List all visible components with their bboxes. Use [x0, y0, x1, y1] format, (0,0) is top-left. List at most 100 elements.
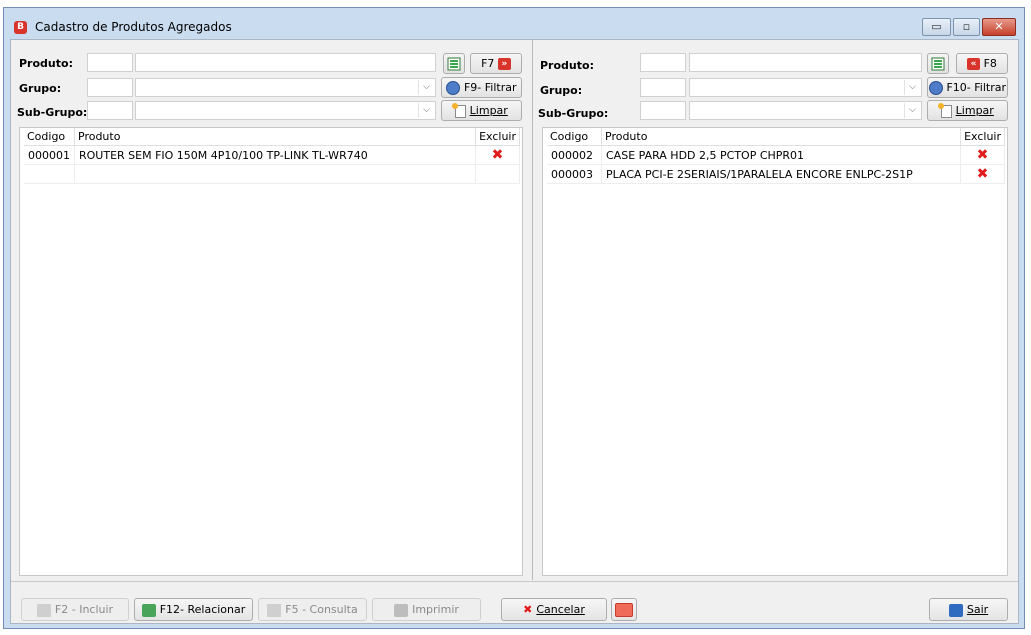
left-grupo-label: Grupo: [19, 82, 62, 95]
exit-door-icon [948, 603, 963, 617]
right-limpar-button[interactable]: Limpar [927, 100, 1008, 121]
footer-toolbar: F2 - Incluir F12- Relacionar F5 - Consul… [11, 581, 1018, 624]
app-logo-icon: B [14, 21, 27, 34]
right-subgrupo-label: Sub-Grupo: [538, 107, 609, 120]
left-produto-name-input[interactable] [135, 53, 436, 72]
empty-cell [74, 164, 477, 184]
cancelar-label: Cancelar [536, 603, 585, 616]
right-grupo-select[interactable]: ⌵ [689, 78, 922, 97]
consulta-label: F5 - Consulta [285, 603, 358, 616]
left-produto-label: Produto: [19, 57, 73, 70]
f8-label: F8 [983, 57, 997, 70]
delete-icon[interactable]: ✖ [475, 145, 520, 165]
consulta-button[interactable]: F5 - Consulta [258, 598, 367, 621]
right-panel: Produto: « F8 Grupo: ⌵ F10- Filtrar Sub-… [536, 40, 1018, 577]
title-bar[interactable]: B Cadastro de Produtos Agregados ▭ ▫ ✕ [4, 8, 1024, 39]
maximize-button[interactable]: ▫ [953, 18, 980, 36]
imprimir-label: Imprimir [412, 603, 459, 616]
printer-icon [394, 603, 409, 617]
incluir-button[interactable]: F2 - Incluir [21, 598, 129, 621]
f7-button[interactable]: F7 » [470, 53, 522, 74]
arrow-right-icon: » [497, 58, 511, 70]
relate-icon [141, 603, 156, 617]
right-grupo-code-input[interactable] [640, 78, 686, 97]
right-subgrupo-code-input[interactable] [640, 101, 686, 120]
table-row[interactable]: 000001 ROUTER SEM FIO 150M 4P10/100 TP-L… [24, 145, 520, 165]
relacionar-button[interactable]: F12- Relacionar [134, 598, 253, 621]
play-icon [615, 603, 633, 617]
cancelar-button[interactable]: ✖ Cancelar [501, 598, 607, 621]
right-grupo-label: Grupo: [540, 84, 583, 97]
left-list-button[interactable] [443, 53, 465, 74]
right-filtrar-label: F10- Filtrar [946, 81, 1007, 94]
left-products-grid[interactable]: Codigo Produto Excluir 000001 ROUTER SEM… [19, 127, 523, 576]
panel-divider [532, 40, 533, 580]
clear-icon [452, 102, 467, 118]
chevron-down-icon: ⌵ [418, 80, 434, 95]
row-produto: PLACA PCI-E 2SERIAIS/1PARALELA ENCORE EN… [601, 164, 962, 184]
left-limpar-button[interactable]: Limpar [441, 100, 522, 121]
row-produto: ROUTER SEM FIO 150M 4P10/100 TP-LINK TL-… [74, 145, 477, 165]
list-add-icon [931, 57, 945, 71]
left-subgrupo-label: Sub-Grupo: [17, 106, 88, 119]
right-produto-name-input[interactable] [689, 53, 922, 72]
right-list-button[interactable] [927, 53, 949, 74]
f7-label: F7 [481, 57, 495, 70]
row-codigo: 000001 [24, 145, 75, 165]
close-button[interactable]: ✕ [982, 18, 1016, 36]
grid-header: Codigo Produto Excluir [547, 128, 1005, 146]
right-products-grid[interactable]: Codigo Produto Excluir 000002 CASE PARA … [542, 127, 1008, 576]
table-row[interactable]: 000003 PLACA PCI-E 2SERIAIS/1PARALELA EN… [547, 164, 1005, 184]
right-filtrar-button[interactable]: F10- Filtrar [927, 77, 1008, 98]
sair-label: Sair [966, 603, 989, 616]
left-grupo-select[interactable]: ⌵ [135, 78, 436, 97]
left-filtrar-button[interactable]: F9- Filtrar [441, 77, 522, 98]
clear-icon [938, 102, 953, 118]
window-title: Cadastro de Produtos Agregados [35, 20, 232, 34]
row-produto: CASE PARA HDD 2,5 PCTOP CHPR01 [601, 145, 962, 165]
column-header-produto[interactable]: Produto [74, 128, 477, 146]
grid-header: Codigo Produto Excluir [24, 128, 520, 146]
right-limpar-label: Limpar [955, 104, 994, 117]
chevron-down-icon: ⌵ [418, 103, 434, 118]
delete-icon[interactable]: ✖ [960, 145, 1005, 165]
left-grupo-code-input[interactable] [87, 78, 133, 97]
left-limpar-label: Limpar [469, 104, 508, 117]
play-button[interactable] [611, 598, 637, 621]
minimize-button[interactable]: ▭ [922, 18, 951, 36]
f8-button[interactable]: « F8 [956, 53, 1008, 74]
left-filtrar-label: F9- Filtrar [463, 81, 517, 94]
cancel-icon: ✖ [523, 603, 533, 616]
empty-cell [475, 164, 520, 184]
left-produto-code-input[interactable] [87, 53, 133, 72]
column-header-codigo[interactable]: Codigo [547, 128, 602, 146]
right-produto-code-input[interactable] [640, 53, 686, 72]
column-header-excluir[interactable]: Excluir [960, 128, 1005, 146]
left-subgrupo-code-input[interactable] [87, 101, 133, 120]
column-header-excluir[interactable]: Excluir [475, 128, 520, 146]
chevron-down-icon: ⌵ [904, 103, 920, 118]
left-subgrupo-select[interactable]: ⌵ [135, 101, 436, 120]
column-header-codigo[interactable]: Codigo [24, 128, 75, 146]
relacionar-label: F12- Relacionar [159, 603, 246, 616]
column-header-produto[interactable]: Produto [601, 128, 962, 146]
sair-button[interactable]: Sair [929, 598, 1008, 621]
list-add-icon [447, 57, 461, 71]
left-panel: Produto: F7 » Grupo: ⌵ F9- Filtrar Sub-G… [11, 40, 532, 577]
arrow-left-icon: « [967, 58, 981, 70]
chevron-down-icon: ⌵ [904, 80, 920, 95]
delete-icon[interactable]: ✖ [960, 164, 1005, 184]
filter-icon [928, 81, 943, 95]
table-row[interactable]: 000002 CASE PARA HDD 2,5 PCTOP CHPR01 ✖ [547, 145, 1005, 165]
app-window: B Cadastro de Produtos Agregados ▭ ▫ ✕ P… [3, 7, 1025, 629]
incluir-label: F2 - Incluir [54, 603, 114, 616]
search-document-icon [267, 603, 282, 617]
imprimir-button[interactable]: Imprimir [372, 598, 481, 621]
row-codigo: 000002 [547, 145, 602, 165]
right-subgrupo-select[interactable]: ⌵ [689, 101, 922, 120]
right-produto-label: Produto: [540, 59, 594, 72]
empty-cell [24, 164, 75, 184]
table-row-empty[interactable] [24, 164, 520, 184]
document-add-icon [36, 603, 51, 617]
client-area: Produto: F7 » Grupo: ⌵ F9- Filtrar Sub-G… [10, 39, 1019, 624]
